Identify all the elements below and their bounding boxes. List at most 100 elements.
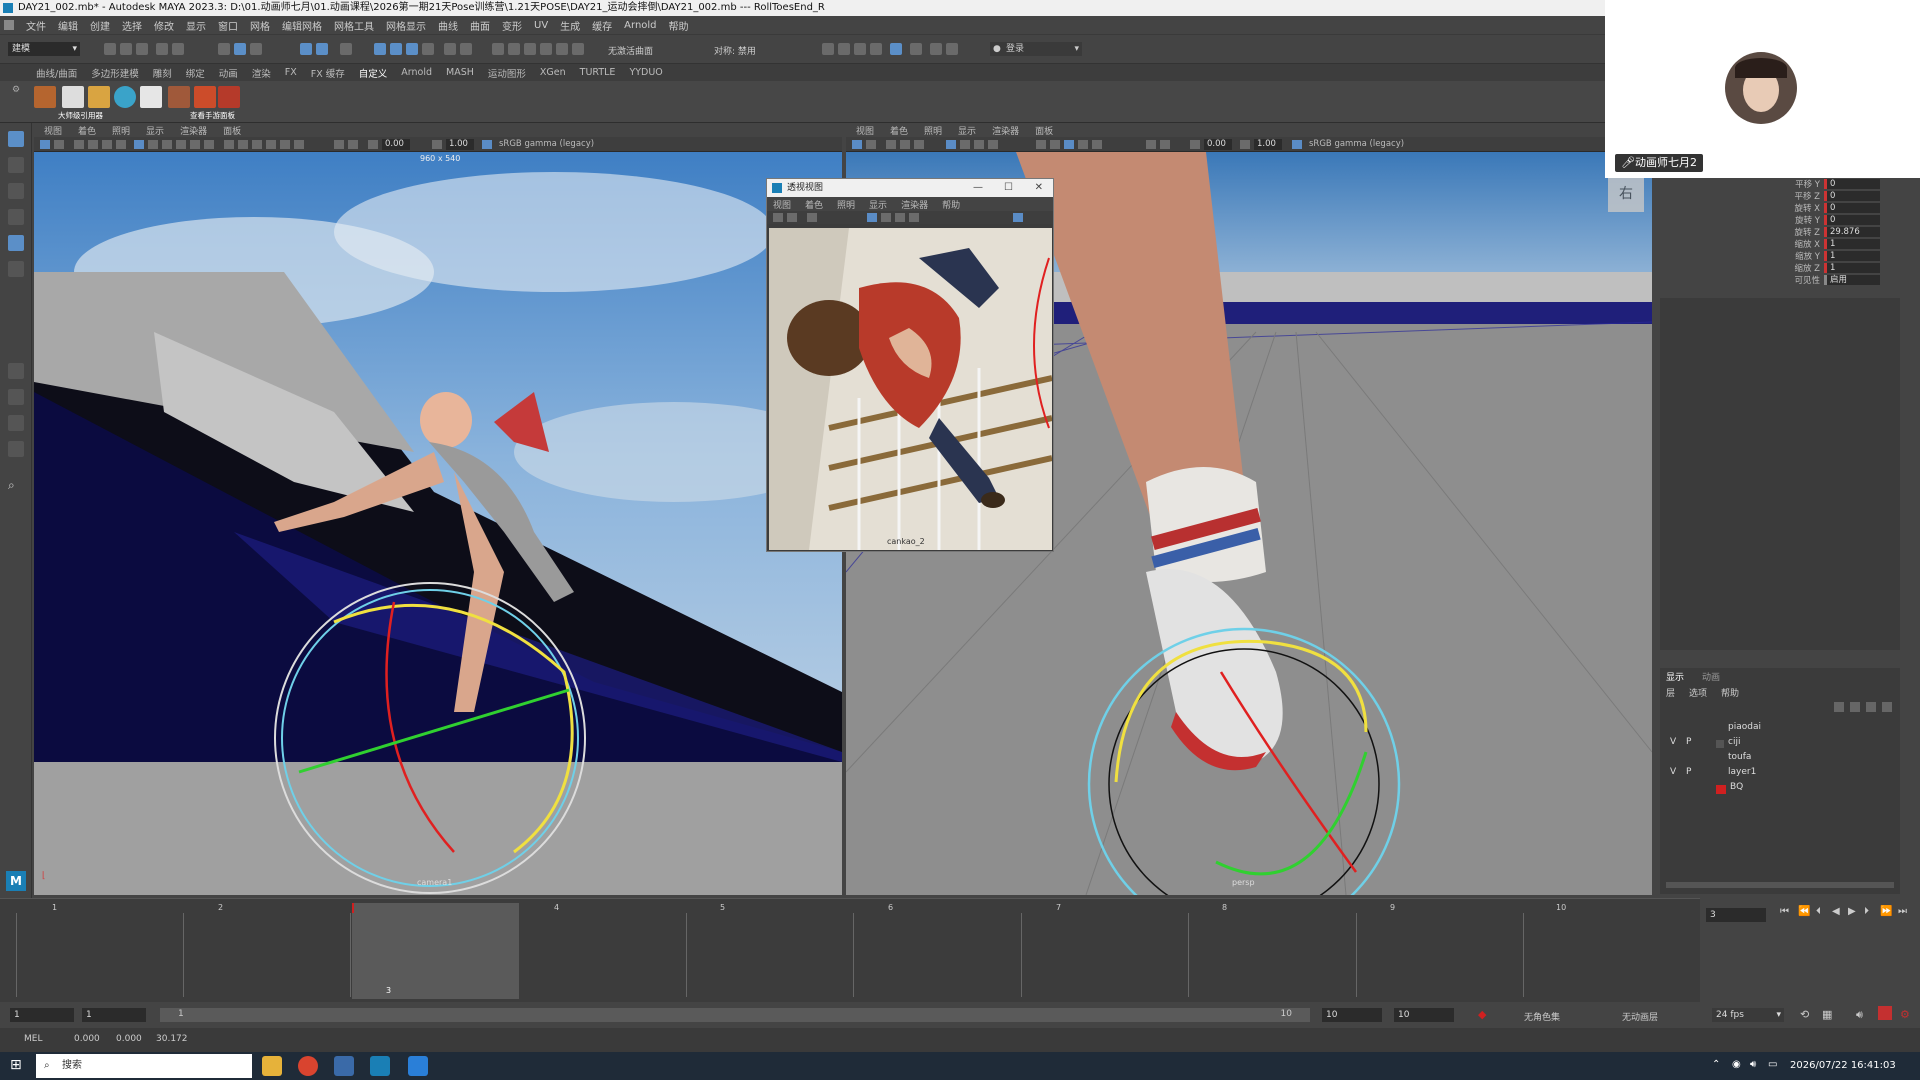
display-icon[interactable]: ▭ [1768,1059,1777,1070]
clock[interactable]: 2026/07/22 16:41:03 [1790,1060,1896,1071]
gamma-field[interactable]: 1.00 [1254,139,1282,150]
grease-pencil-icon[interactable] [116,140,126,149]
shelf-tab-sculpt[interactable]: 雕刻 [153,66,172,80]
home-icon[interactable] [4,20,14,30]
textured-icon[interactable] [266,140,276,149]
camera-select-icon[interactable] [40,140,50,149]
hypershade-icon[interactable] [890,43,902,55]
live-surface-label[interactable]: 无激活曲面 [608,44,653,57]
minimize-icon[interactable]: — [973,179,983,197]
ref-menu-view[interactable]: 视图 [773,198,791,211]
current-frame-field[interactable]: 3 [1706,908,1766,922]
layer-menu-help[interactable]: 帮助 [1721,686,1739,699]
gamma-icon[interactable] [1240,140,1250,149]
ref-bookmark-icon[interactable] [787,213,797,222]
ref-light-icon[interactable] [909,213,919,222]
new-scene-icon[interactable] [104,43,116,55]
ref-isolate-icon[interactable] [1013,213,1023,222]
shelf-tool-3-icon[interactable] [88,86,110,108]
layer-menu-layers[interactable]: 层 [1666,686,1675,699]
menu-edit-mesh[interactable]: 编辑网格 [282,18,322,33]
step-back-key-icon[interactable]: ⏪ [1798,906,1810,917]
start-time-field[interactable]: 1 [10,1008,74,1022]
lights-icon[interactable] [280,140,290,149]
layer-menu-options[interactable]: 选项 [1689,686,1707,699]
magnet-6-icon[interactable] [572,43,584,55]
outliner-icon[interactable] [8,441,24,457]
go-start-icon[interactable]: ⏮ [1780,906,1789,917]
time-slider[interactable]: 1 2 3 4 5 6 7 8 9 10 3 [0,898,1700,1002]
shelf-tool-2-icon[interactable] [62,86,84,108]
bookmark-icon[interactable] [886,140,896,149]
color-management-icon[interactable] [1292,140,1302,149]
lasso-tool-icon[interactable] [8,157,24,173]
animation-prefs-icon[interactable]: ⚙ [1900,1008,1910,1021]
camera-select-icon[interactable] [852,140,862,149]
menu-deform[interactable]: 变形 [502,18,522,33]
gamma-icon[interactable] [432,140,442,149]
shelf-tab-xgen[interactable]: XGen [540,67,566,78]
menu-create[interactable]: 创建 [90,18,110,33]
end-time-field[interactable]: 10 [1394,1008,1454,1022]
layer-tab-display[interactable]: 显示 [1666,670,1684,683]
select-hierarchy-icon[interactable] [218,43,230,55]
shelf-tab-yyduo[interactable]: YYDUO [629,67,662,78]
wire-on-shaded-icon[interactable] [252,140,262,149]
ref-menu-shading[interactable]: 着色 [805,198,823,211]
channel-row[interactable]: 平移 Z0 [1760,190,1900,202]
grid-toggle-icon[interactable] [134,140,144,149]
shelf-tool-7-icon[interactable] [194,86,216,108]
snap-curve-icon[interactable] [390,43,402,55]
chrome-icon[interactable] [298,1056,318,1076]
lights-icon[interactable] [1092,140,1102,149]
safe-action-icon[interactable] [204,140,214,149]
2d-pan-icon[interactable] [102,140,112,149]
menu-mesh[interactable]: 网格 [250,18,270,33]
start-icon[interactable]: ⊞ [10,1057,22,1073]
magnet-5-icon[interactable] [556,43,568,55]
exposure-field[interactable]: 0.00 [382,139,410,150]
isolate-icon[interactable] [1160,140,1170,149]
ref-grid-icon[interactable] [807,213,817,222]
ref-menu-help[interactable]: 帮助 [942,198,960,211]
layer-up-icon[interactable] [1834,702,1844,712]
shelf-tab-rendering[interactable]: 渲染 [252,66,271,80]
menu-help[interactable]: 帮助 [669,18,689,33]
select-component-icon[interactable] [250,43,262,55]
playback-end-field[interactable]: 10 [1322,1008,1382,1022]
vp2-menu-view[interactable]: 视图 [856,124,874,137]
layer-down-icon[interactable] [1850,702,1860,712]
exposure-field[interactable]: 0.00 [1204,139,1232,150]
vp1-menu-panels[interactable]: 面板 [223,124,241,137]
character-set-select[interactable]: 无角色集 [1524,1010,1560,1023]
menu-mesh-display[interactable]: 网格显示 [386,18,426,33]
xray-icon[interactable] [334,140,344,149]
wireframe-icon[interactable] [224,140,234,149]
mode-selector[interactable]: 建模 ▾ [8,42,80,56]
file-explorer-icon[interactable] [262,1056,282,1076]
maximize-icon[interactable]: ☐ [1004,179,1013,197]
vp1-menu-renderer[interactable]: 渲染器 [180,124,207,137]
play-icon[interactable]: ▶ [1848,906,1856,917]
wire-on-shaded-icon[interactable] [1064,140,1074,149]
layer-tab-anim[interactable]: 动画 [1702,670,1720,683]
textured-icon[interactable] [1078,140,1088,149]
vp1-menu-shading[interactable]: 着色 [78,124,96,137]
xray-icon[interactable] [1146,140,1156,149]
shelf-tab-motion-graphics[interactable]: 运动图形 [488,66,526,80]
photos-icon[interactable] [408,1056,428,1076]
magnet-2-icon[interactable] [508,43,520,55]
snap-point-icon[interactable] [406,43,418,55]
save-scene-icon[interactable] [136,43,148,55]
snap-grid-icon[interactable] [374,43,386,55]
gamma-field[interactable]: 1.00 [446,139,474,150]
prefs-icon[interactable] [1878,1006,1892,1020]
shelf-tab-animation[interactable]: 动画 [219,66,238,80]
channel-row[interactable]: 缩放 Z1 [1760,262,1900,274]
ref-wire-icon[interactable] [867,213,877,222]
viewport-left-canvas[interactable]: 960 x 540 camera1 ⌊ [34,152,842,895]
shelf-tab-fx-cache[interactable]: FX 缓存 [311,66,345,80]
loop-icon[interactable]: ⟲ [1800,1008,1809,1021]
vp2-menu-show[interactable]: 显示 [958,124,976,137]
ref-menu-show[interactable]: 显示 [869,198,887,211]
